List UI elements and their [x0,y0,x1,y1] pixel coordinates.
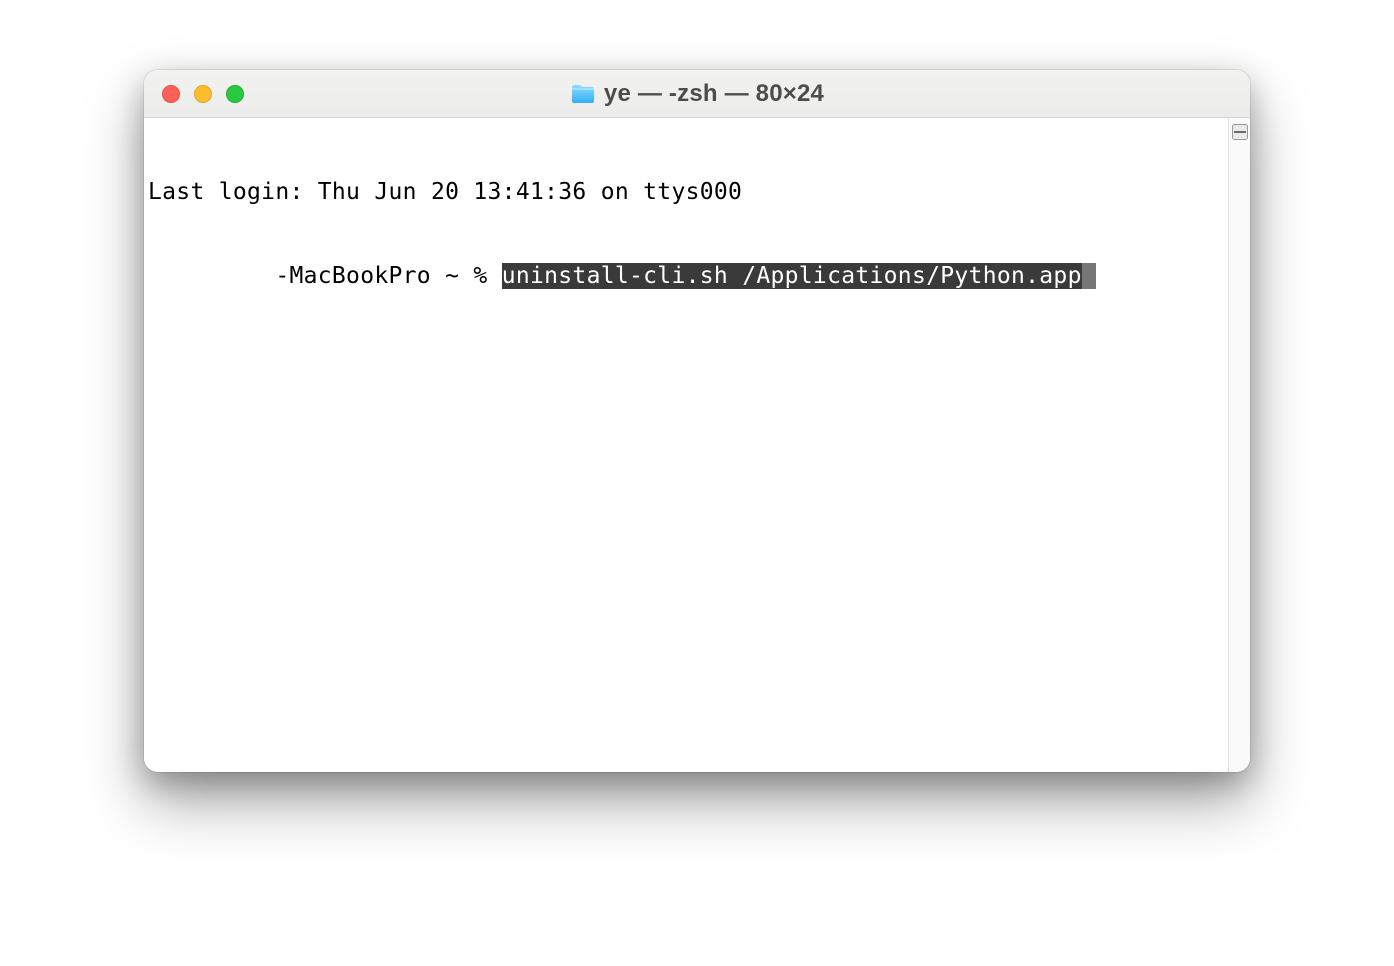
terminal-content[interactable]: Last login: Thu Jun 20 13:41:36 on ttys0… [144,118,1228,772]
cursor [1082,263,1096,289]
close-button[interactable] [162,85,180,103]
scrollbar-position-icon [1230,122,1250,142]
traffic-lights [144,70,244,117]
folder-icon [570,83,596,105]
minimize-button[interactable] [194,85,212,103]
zoom-button[interactable] [226,85,244,103]
scrollbar[interactable] [1228,118,1250,772]
window-title: ye — -zsh — 80×24 [604,80,824,108]
terminal-window: ye — -zsh — 80×24 Last login: Thu Jun 20… [144,70,1250,772]
command-highlight: uninstall-cli.sh /Applications/Python.ap… [502,263,1082,289]
prompt-prefix: -MacBookPro ~ % [148,263,502,289]
last-login-line: Last login: Thu Jun 20 13:41:36 on ttys0… [148,179,742,205]
terminal-body-area: Last login: Thu Jun 20 13:41:36 on ttys0… [144,118,1250,772]
window-title-wrap: ye — -zsh — 80×24 [144,80,1250,108]
titlebar[interactable]: ye — -zsh — 80×24 [144,70,1250,118]
